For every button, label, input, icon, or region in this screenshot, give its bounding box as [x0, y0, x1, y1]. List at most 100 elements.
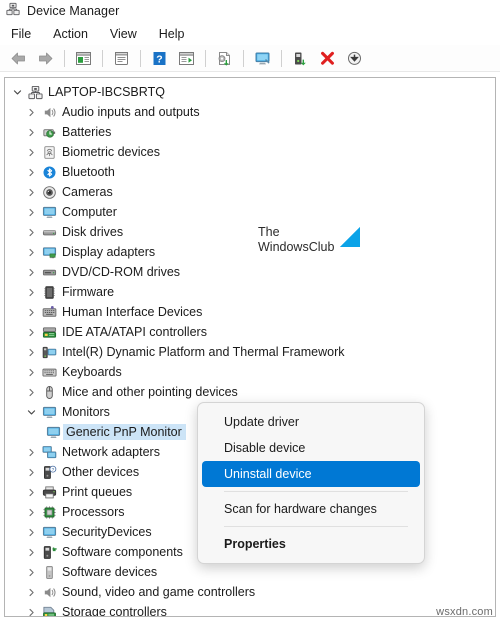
context-menu-item-update-driver[interactable]: Update driver — [202, 409, 420, 435]
tree-item-bluetooth[interactable]: Bluetooth — [5, 162, 495, 182]
toolbar-separator — [64, 49, 65, 67]
unknown-device-icon: ? — [39, 465, 59, 480]
firmware-chip-icon — [39, 285, 59, 300]
uninstall-device-icon[interactable] — [315, 47, 340, 70]
chevron-right-icon[interactable] — [23, 468, 39, 477]
context-menu-item-properties[interactable]: Properties — [202, 531, 420, 557]
menu-help[interactable]: Help — [157, 25, 196, 43]
tree-item-label: Intel(R) Dynamic Platform and Thermal Fr… — [62, 345, 345, 359]
context-menu-item-scan-for-hardware-changes[interactable]: Scan for hardware changes — [202, 496, 420, 522]
chevron-right-icon[interactable] — [23, 568, 39, 577]
display-adapter-icon — [39, 245, 59, 260]
tree-item-label: Computer — [62, 205, 117, 219]
chevron-right-icon[interactable] — [23, 448, 39, 457]
fingerprint-icon — [39, 145, 59, 160]
chevron-right-icon[interactable] — [23, 588, 39, 597]
show-hide-console-tree-icon[interactable] — [71, 47, 96, 70]
toolbar-separator — [243, 49, 244, 67]
forward-arrow-icon[interactable] — [33, 47, 58, 70]
chevron-right-icon[interactable] — [23, 248, 39, 257]
chevron-right-icon[interactable] — [23, 128, 39, 137]
toolbar: ? — [0, 45, 500, 72]
tree-item-firmware[interactable]: Firmware — [5, 282, 495, 302]
chevron-right-icon[interactable] — [23, 488, 39, 497]
title-bar: Device Manager — [0, 0, 500, 22]
chevron-right-icon[interactable] — [23, 208, 39, 217]
tree-item-sound-video-and-game-controllers[interactable]: Sound, video and game controllers — [5, 582, 495, 602]
chevron-right-icon[interactable] — [23, 328, 39, 337]
toolbar-separator — [281, 49, 282, 67]
tree-item-audio-inputs-and-outputs[interactable]: Audio inputs and outputs — [5, 102, 495, 122]
chevron-right-icon[interactable] — [23, 368, 39, 377]
tree-item-label: Cameras — [62, 185, 113, 199]
tree-item-label: Human Interface Devices — [62, 305, 203, 319]
tree-item-display-adapters[interactable]: Display adapters — [5, 242, 495, 262]
tree-item-storage-controllers[interactable]: Storage controllers — [5, 602, 495, 617]
tree-item-dvd-cd-rom-drives[interactable]: DVD/CD-ROM drives — [5, 262, 495, 282]
disable-device-icon[interactable] — [288, 47, 313, 70]
tree-item-intel-dynamic-platform-and-thermal-framework[interactable]: Intel(R) Dynamic Platform and Thermal Fr… — [5, 342, 495, 362]
show-hide-action-pane-icon[interactable] — [174, 47, 199, 70]
chevron-right-icon[interactable] — [23, 548, 39, 557]
tree-item-root[interactable]: LAPTOP-IBCSBRTQ — [5, 82, 495, 102]
printer-icon — [39, 485, 59, 500]
chevron-right-icon[interactable] — [23, 268, 39, 277]
chevron-right-icon[interactable] — [23, 108, 39, 117]
chevron-right-icon[interactable] — [23, 308, 39, 317]
menu-file[interactable]: File — [9, 25, 42, 43]
tree-item-keyboards[interactable]: Keyboards — [5, 362, 495, 382]
tree-item-label: LAPTOP-IBCSBRTQ — [48, 85, 165, 99]
chevron-right-icon[interactable] — [23, 188, 39, 197]
context-menu-item-disable-device[interactable]: Disable device — [202, 435, 420, 461]
chevron-right-icon[interactable] — [23, 228, 39, 237]
security-device-icon — [39, 525, 59, 540]
monitor-icon — [39, 205, 59, 220]
speaker-icon — [39, 585, 59, 600]
chevron-right-icon[interactable] — [23, 528, 39, 537]
back-arrow-icon[interactable] — [6, 47, 31, 70]
context-menu[interactable]: Update driver Disable device Uninstall d… — [197, 402, 425, 564]
context-menu-item-uninstall-device[interactable]: Uninstall device — [202, 461, 420, 487]
storage-controller-icon — [39, 605, 59, 616]
window-title: Device Manager — [27, 4, 120, 18]
camera-icon — [39, 185, 59, 200]
mouse-icon — [39, 385, 59, 400]
properties-icon[interactable] — [109, 47, 134, 70]
menu-view[interactable]: View — [108, 25, 148, 43]
chevron-down-icon[interactable] — [23, 408, 39, 417]
scan-hardware-changes-icon[interactable] — [250, 47, 275, 70]
software-component-icon — [39, 545, 59, 560]
chevron-down-icon[interactable] — [9, 88, 25, 97]
tree-item-label: Generic PnP Monitor — [63, 424, 186, 440]
chevron-right-icon[interactable] — [23, 508, 39, 517]
tree-item-label: Software devices — [62, 565, 158, 579]
chevron-right-icon[interactable] — [23, 288, 39, 297]
menu-action[interactable]: Action — [51, 25, 99, 43]
help-icon[interactable]: ? — [147, 47, 172, 70]
tree-item-ide-ata-atapi-controllers[interactable]: IDE ATA/ATAPI controllers — [5, 322, 495, 342]
chevron-right-icon[interactable] — [23, 348, 39, 357]
tree-item-software-devices[interactable]: Software devices — [5, 562, 495, 582]
tree-item-label: Sound, video and game controllers — [62, 585, 256, 599]
download-icon[interactable] — [342, 47, 367, 70]
tree-item-cameras[interactable]: Cameras — [5, 182, 495, 202]
chevron-right-icon[interactable] — [23, 608, 39, 617]
processor-icon — [39, 505, 59, 520]
tree-item-biometric-devices[interactable]: Biometric devices — [5, 142, 495, 162]
chevron-right-icon[interactable] — [23, 168, 39, 177]
monitor-icon — [39, 405, 59, 420]
system-device-icon — [39, 345, 59, 360]
tree-item-computer[interactable]: Computer — [5, 202, 495, 222]
tree-item-human-interface-devices[interactable]: Human Interface Devices — [5, 302, 495, 322]
tree-item-label: IDE ATA/ATAPI controllers — [62, 325, 207, 339]
chevron-right-icon[interactable] — [23, 148, 39, 157]
tree-item-batteries[interactable]: Batteries — [5, 122, 495, 142]
tree-item-label: Biometric devices — [62, 145, 160, 159]
update-driver-icon[interactable] — [212, 47, 237, 70]
tree-item-mice-and-other-pointing-devices[interactable]: Mice and other pointing devices — [5, 382, 495, 402]
tree-item-disk-drives[interactable]: Disk drives — [5, 222, 495, 242]
toolbar-separator — [205, 49, 206, 67]
bluetooth-icon — [39, 165, 59, 180]
chevron-right-icon[interactable] — [23, 388, 39, 397]
battery-icon — [39, 125, 59, 140]
